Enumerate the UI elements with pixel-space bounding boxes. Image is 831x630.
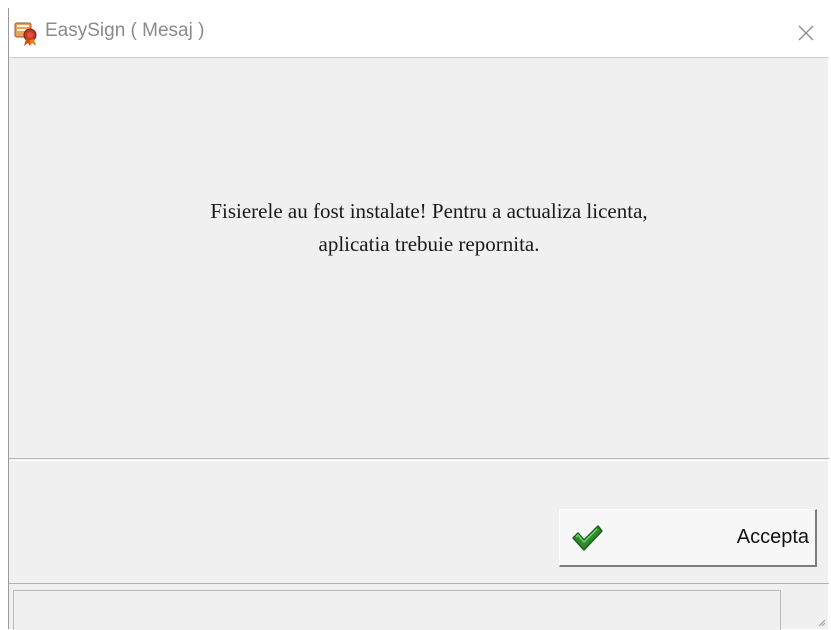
close-button[interactable] (783, 8, 829, 57)
certificate-ribbon-icon (14, 22, 37, 46)
status-bar (13, 590, 781, 630)
message-line-1: Fisierele au fost instalate! Pentru a ac… (210, 199, 648, 223)
message-text: Fisierele au fost instalate! Pentru a ac… (9, 195, 831, 261)
accept-button[interactable]: Accepta (559, 509, 817, 567)
window-title: EasySign ( Mesaj ) (45, 20, 205, 41)
close-icon (798, 25, 814, 40)
accept-button-label: Accepta (736, 526, 809, 548)
divider (9, 460, 829, 461)
resize-grip-icon[interactable] (816, 617, 826, 627)
title-bar[interactable]: EasySign ( Mesaj ) (9, 8, 829, 58)
green-check-icon (572, 525, 603, 551)
message-area: Fisierele au fost instalate! Pentru a ac… (9, 67, 829, 459)
status-separator (9, 583, 829, 584)
dialog-window: EasySign ( Mesaj ) Fisierele au fost ins… (8, 8, 829, 630)
message-line-2: aplicatia trebuie repornita. (318, 232, 540, 256)
